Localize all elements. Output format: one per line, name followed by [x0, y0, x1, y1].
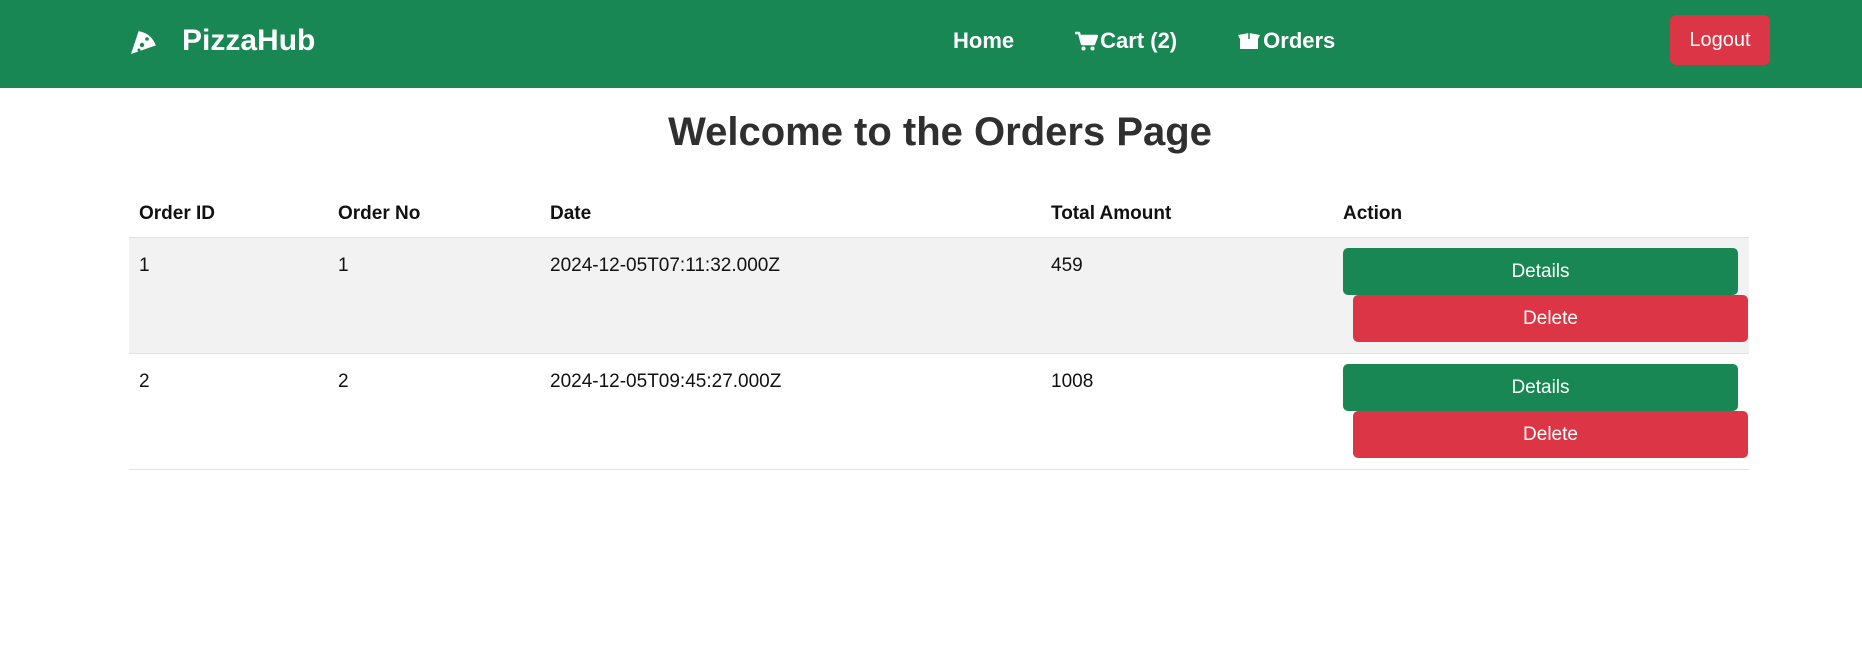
- order-total-cell: 459: [1041, 237, 1333, 354]
- table-header-row: Order ID Order No Date Total Amount Acti…: [129, 191, 1749, 238]
- top-navbar: PizzaHub Home Cart (2) Orders Logout: [0, 0, 1862, 88]
- order-id-cell: 2: [129, 353, 328, 470]
- order-total-cell: 1008: [1041, 353, 1333, 470]
- delete-button[interactable]: Delete: [1353, 295, 1748, 342]
- header-total-amount: Total Amount: [1041, 191, 1333, 238]
- nav-link-orders[interactable]: Orders: [1237, 28, 1335, 54]
- header-date: Date: [540, 191, 1041, 238]
- box-icon: [1237, 30, 1261, 52]
- header-action: Action: [1333, 191, 1749, 238]
- table-row: 2 2 2024-12-05T09:45:27.000Z 1008 Detail…: [129, 353, 1749, 470]
- order-id-cell: 1: [129, 237, 328, 354]
- orders-table: Order ID Order No Date Total Amount Acti…: [129, 191, 1749, 470]
- order-no-cell: 1: [328, 237, 540, 354]
- table-row: 1 1 2024-12-05T07:11:32.000Z 459 Details…: [129, 237, 1749, 354]
- header-order-no: Order No: [328, 191, 540, 238]
- nav-link-cart-label: Cart (2): [1100, 28, 1178, 53]
- nav-link-cart[interactable]: Cart (2): [1074, 28, 1177, 54]
- header-order-id: Order ID: [129, 191, 328, 238]
- nav-link-orders-label: Orders: [1263, 28, 1336, 53]
- order-no-cell: 2: [328, 353, 540, 470]
- brand-name: PizzaHub: [182, 24, 316, 57]
- nav-links: Home Cart (2) Orders: [953, 0, 1395, 82]
- nav-link-home[interactable]: Home: [953, 28, 1014, 54]
- order-date-cell: 2024-12-05T07:11:32.000Z: [540, 237, 1041, 354]
- page-title: Welcome to the Orders Page: [668, 110, 1212, 154]
- details-button[interactable]: Details: [1343, 248, 1738, 295]
- order-action-cell: Details Delete: [1333, 353, 1749, 470]
- pizza-slice-icon: [128, 25, 160, 57]
- order-action-cell: Details Delete: [1333, 237, 1749, 354]
- nav-link-home-label: Home: [953, 28, 1015, 53]
- brand-link[interactable]: PizzaHub: [128, 0, 315, 82]
- order-date-cell: 2024-12-05T09:45:27.000Z: [540, 353, 1041, 470]
- logout-button[interactable]: Logout: [1670, 15, 1770, 65]
- cart-icon: [1074, 30, 1099, 52]
- delete-button[interactable]: Delete: [1353, 411, 1748, 458]
- details-button[interactable]: Details: [1343, 364, 1738, 411]
